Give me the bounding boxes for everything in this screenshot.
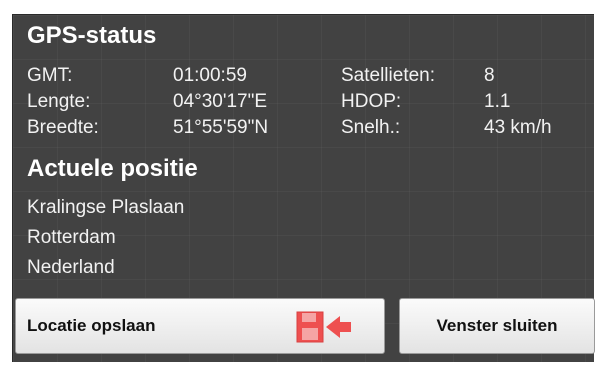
gps-status-title: GPS-status [27, 22, 157, 49]
hdop-value: 1.1 [484, 91, 511, 112]
gps-status-panel: GPS-status GMT: 01:00:59 Satellieten: 8 … [12, 14, 595, 362]
speed-label: Snelh.: [341, 117, 401, 138]
latitude-value: 51°55'59"N [173, 117, 269, 138]
current-position-title: Actuele positie [27, 155, 198, 182]
satellites-label: Satellieten: [341, 65, 436, 86]
address-city: Rotterdam [27, 227, 116, 248]
close-window-label: Venster sluiten [436, 316, 558, 335]
save-location-button[interactable]: Locatie opslaan [15, 298, 385, 354]
longitude-value: 04°30'17"E [173, 91, 268, 112]
save-location-label: Locatie opslaan [27, 316, 156, 335]
hdop-label: HDOP: [341, 91, 402, 112]
latitude-label: Breedte: [27, 117, 99, 138]
satellites-value: 8 [484, 65, 495, 86]
speed-value: 43 km/h [484, 117, 552, 138]
gmt-value: 01:00:59 [173, 65, 247, 86]
address-street: Kralingse Plaslaan [27, 197, 185, 218]
save-location-icon [296, 311, 351, 343]
address-country: Nederland [27, 257, 115, 278]
longitude-label: Lengte: [27, 91, 91, 112]
close-window-button[interactable]: Venster sluiten [399, 298, 595, 354]
gmt-label: GMT: [27, 65, 73, 86]
